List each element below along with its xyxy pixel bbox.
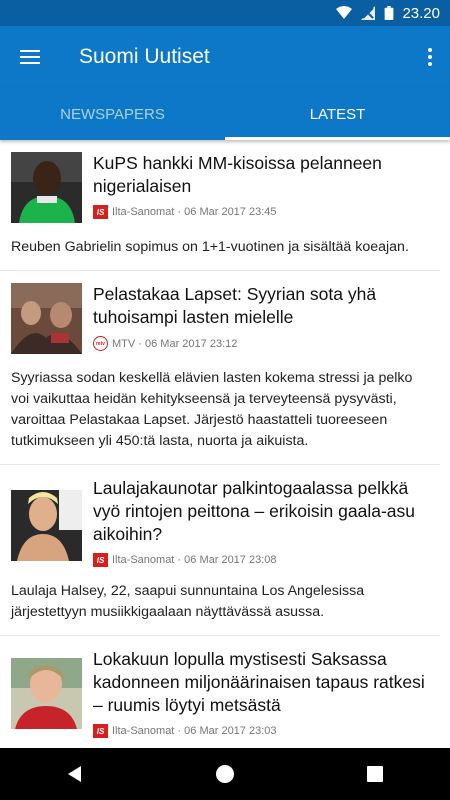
- article-headline[interactable]: Lokakuun lopulla mystisesti Saksassa kad…: [93, 648, 430, 717]
- article-card[interactable]: Pelastakaa Lapset: Syyrian sota yhä tuho…: [0, 271, 440, 465]
- is-logo-icon: IS: [93, 205, 108, 219]
- tab-bar: NEWSPAPERS LATEST: [0, 88, 450, 140]
- news-feed[interactable]: KuPS hankki MM-kisoissa pelanneen nigeri…: [0, 140, 450, 748]
- home-circle-icon: [216, 765, 234, 783]
- recents-button[interactable]: [355, 754, 395, 794]
- app-title: Suomi Uutiset: [79, 45, 210, 68]
- home-button[interactable]: [205, 754, 245, 794]
- article-thumbnail[interactable]: [11, 490, 82, 561]
- article-thumbnail[interactable]: [11, 658, 82, 729]
- status-time: 23.20: [402, 4, 440, 22]
- tab-latest[interactable]: LATEST: [225, 88, 450, 140]
- is-logo-icon: IS: [93, 553, 108, 567]
- article-headline[interactable]: KuPS hankki MM-kisoissa pelanneen nigeri…: [93, 152, 430, 198]
- article-date: 06 Mar 2017 23:45: [184, 206, 277, 218]
- article-card[interactable]: Lokakuun lopulla mystisesti Saksassa kad…: [0, 636, 440, 748]
- article-date: 06 Mar 2017 23:12: [145, 337, 238, 350]
- article-source: Ilta-Sanomat: [112, 554, 175, 566]
- system-nav-bar: [0, 748, 450, 800]
- tab-newspapers[interactable]: NEWSPAPERS: [0, 88, 225, 140]
- signal-off-icon: [361, 6, 376, 20]
- article-date: 06 Mar 2017 23:08: [184, 554, 277, 566]
- article-date: 06 Mar 2017 23:03: [184, 725, 277, 737]
- recents-square-icon: [367, 766, 383, 782]
- article-source: Ilta-Sanomat: [112, 725, 175, 737]
- back-triangle-icon: [68, 766, 81, 782]
- article-card[interactable]: KuPS hankki MM-kisoissa pelanneen nigeri…: [0, 140, 440, 271]
- article-thumbnail[interactable]: [11, 283, 82, 354]
- wifi-icon: [336, 6, 353, 19]
- article-summary: Laulaja Halsey, 22, saapui sunnuntaina L…: [11, 583, 365, 620]
- is-logo-icon: IS: [93, 724, 108, 738]
- article-source: MTV: [112, 337, 136, 350]
- app-bar: Suomi Uutiset: [0, 26, 450, 88]
- article-summary: Syyriassa sodan keskellä elävien lasten …: [11, 370, 413, 449]
- article-card[interactable]: Laulajakaunotar palkintogaalassa pelkkä …: [0, 465, 440, 636]
- menu-button[interactable]: [0, 26, 60, 88]
- mtv-logo-icon: mtv: [93, 336, 108, 351]
- article-source: Ilta-Sanomat: [112, 206, 175, 218]
- hamburger-icon: [20, 50, 40, 64]
- article-summary: Reuben Gabrielin sopimus on 1+1-vuotinen…: [11, 239, 409, 255]
- status-bar: 23.20: [0, 0, 450, 26]
- article-headline[interactable]: Laulajakaunotar palkintogaalassa pelkkä …: [93, 477, 430, 546]
- battery-icon: [385, 6, 394, 20]
- more-vert-icon: [428, 48, 432, 52]
- article-headline[interactable]: Pelastakaa Lapset: Syyrian sota yhä tuho…: [93, 283, 430, 329]
- back-button[interactable]: [55, 754, 95, 794]
- more-options-button[interactable]: [410, 26, 450, 88]
- article-thumbnail[interactable]: [11, 152, 82, 223]
